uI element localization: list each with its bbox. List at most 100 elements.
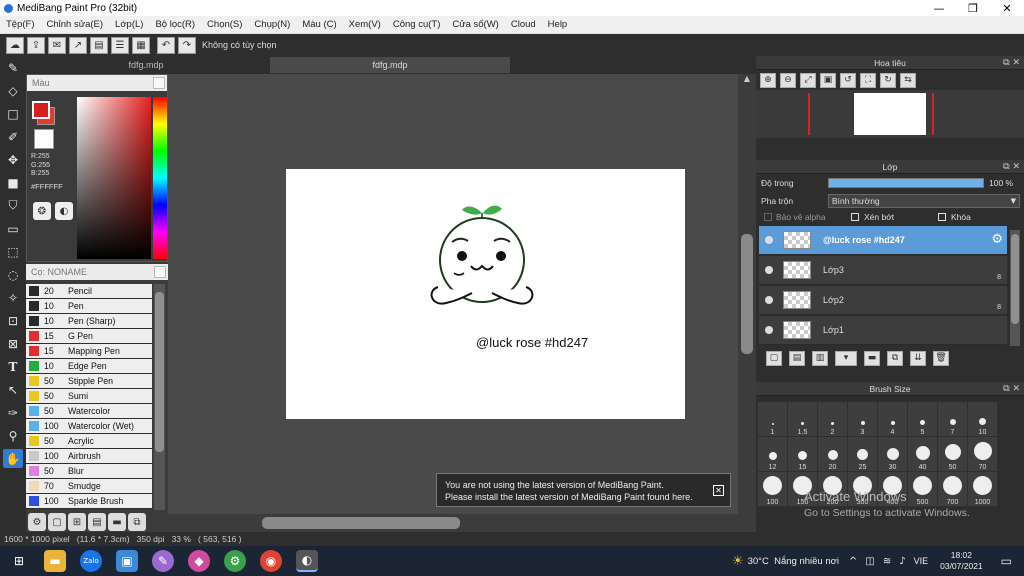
brush-properties-icon[interactable]: ▤ xyxy=(88,513,106,531)
list-icon[interactable]: ☰ xyxy=(111,36,129,54)
brush-size-cell[interactable]: 1 xyxy=(758,402,788,437)
merge-layer-icon[interactable]: ⇊ xyxy=(910,350,926,366)
flip-icon[interactable]: ⇆ xyxy=(900,72,916,88)
pen-tool-icon[interactable]: ✐ xyxy=(3,127,23,146)
panel-close-icon[interactable] xyxy=(153,77,165,89)
brush-list-item[interactable]: 70 Smudge xyxy=(26,479,152,494)
text-tool-icon[interactable]: T xyxy=(3,357,23,376)
zalo-icon[interactable]: Zalo xyxy=(80,550,102,572)
hand-tool-icon[interactable]: ✋ xyxy=(3,449,23,468)
menu-snap[interactable]: Chụp(N) xyxy=(248,19,296,30)
brush-list-item[interactable]: 15 Mapping Pen xyxy=(26,344,152,359)
brush-size-cell[interactable]: 2 xyxy=(818,402,848,437)
brush-size-cell[interactable]: 30 xyxy=(878,437,908,472)
brush-size-cell[interactable]: 100 xyxy=(758,472,788,507)
grid-icon[interactable]: ▦ xyxy=(132,36,150,54)
visibility-eye-icon[interactable] xyxy=(765,296,773,304)
zoom-out-icon[interactable]: ⊖ xyxy=(780,72,796,88)
notification-center-icon[interactable]: ▭ xyxy=(1001,554,1012,568)
layer-folder-icon[interactable]: ▬ xyxy=(864,350,880,366)
comment-icon[interactable]: ✉ xyxy=(48,36,66,54)
brush-size-cell[interactable]: 10 xyxy=(968,402,998,437)
dropper-tool-icon[interactable]: ✑ xyxy=(3,403,23,422)
brush-list-item[interactable]: 50 Stipple Pen xyxy=(26,374,152,389)
foreground-color-swatch[interactable] xyxy=(32,101,50,119)
tab-left-document[interactable]: fdfg.mdp xyxy=(26,57,266,73)
magic-wand-tool-icon[interactable]: ✧ xyxy=(3,288,23,307)
fill-shape-tool-icon[interactable]: ■ xyxy=(3,173,23,192)
panel-menu-icon[interactable]: ⧉ ✕ xyxy=(1003,384,1020,394)
protect-alpha-checkbox[interactable] xyxy=(764,213,772,221)
layer-row[interactable]: Lớp1 xyxy=(759,316,1007,345)
new-1bit-layer-icon[interactable]: ▥ xyxy=(812,350,828,366)
layer-scrollbar[interactable] xyxy=(1010,230,1020,346)
update-notification[interactable]: You are not using the latest version of … xyxy=(436,473,731,507)
redo-icon[interactable]: ↷ xyxy=(178,36,196,54)
menu-layer[interactable]: Lớp(L) xyxy=(109,19,149,30)
select-tool-icon[interactable]: ⬚ xyxy=(3,242,23,261)
add-brush-icon[interactable]: ⊞ xyxy=(68,513,86,531)
fit-icon[interactable]: ⤢ xyxy=(800,72,816,88)
brush-folder-icon[interactable]: ▬ xyxy=(108,513,126,531)
clock-time[interactable]: 18:02 xyxy=(951,550,972,561)
artboard[interactable]: @luck rose #hd247 xyxy=(286,169,685,419)
brush-size-cell[interactable]: 20 xyxy=(818,437,848,472)
canvas-vertical-scrollbar[interactable]: ▲ xyxy=(739,74,755,514)
visibility-eye-icon[interactable] xyxy=(765,326,773,334)
menu-help[interactable]: Help xyxy=(542,19,574,30)
upload-icon[interactable]: ⇪ xyxy=(27,36,45,54)
brush-list-item[interactable]: 100 Airbrush xyxy=(26,449,152,464)
gradient-tool-icon[interactable]: ▭ xyxy=(3,219,23,238)
clock-date[interactable]: 03/07/2021 xyxy=(940,561,983,572)
brush-list-item[interactable]: 50 Watercolor xyxy=(26,404,152,419)
menu-tools[interactable]: Công cụ(T) xyxy=(387,19,447,30)
brush-size-cell[interactable]: 70 xyxy=(968,437,998,472)
rotate-right-icon[interactable]: ↻ xyxy=(880,72,896,88)
file-explorer-icon[interactable]: ▬ xyxy=(44,550,66,572)
cloud-icon[interactable]: ☁ xyxy=(6,36,24,54)
brush-list-item[interactable]: 50 Blur xyxy=(26,464,152,479)
brush-size-cell[interactable]: 40 xyxy=(908,437,938,472)
brush-size-cell[interactable]: 7 xyxy=(938,402,968,437)
minimize-button[interactable]: — xyxy=(922,0,956,16)
brush-list-item[interactable]: 15 G Pen xyxy=(26,329,152,344)
panel-menu-icon[interactable]: ⧉ ✕ xyxy=(1003,58,1020,68)
maximize-button[interactable]: ❐ xyxy=(956,0,990,16)
brush-list-item[interactable]: 100 Sparkle Brush xyxy=(26,494,152,509)
color-mix-icon[interactable]: ◐ xyxy=(55,202,73,220)
brush-size-cell[interactable]: 3 xyxy=(848,402,878,437)
layer-row[interactable]: Lớp3 8 xyxy=(759,256,1007,285)
canvas-area[interactable]: @luck rose #hd247 xyxy=(168,74,738,514)
menu-file[interactable]: Tệp(F) xyxy=(0,19,41,30)
lasso-tool-icon[interactable]: ◌ xyxy=(3,265,23,284)
paint-drop-icon[interactable]: ◆ xyxy=(188,550,210,572)
brush-size-cell[interactable]: 15 xyxy=(788,437,818,472)
brush-list-item[interactable]: 100 Watercolor (Wet) xyxy=(26,419,152,434)
brush-list-item[interactable]: 10 Pen xyxy=(26,299,152,314)
brush-size-cell[interactable]: 12 xyxy=(758,437,788,472)
fullscreen-icon[interactable]: ⛶ xyxy=(860,72,876,88)
brush-list-item[interactable]: 50 Acrylic xyxy=(26,434,152,449)
game-app-icon[interactable]: ⚙ xyxy=(224,550,246,572)
brush-size-cell[interactable]: 1.5 xyxy=(788,402,818,437)
brush-tool-icon[interactable]: ✎ xyxy=(3,58,23,77)
layer-row[interactable]: Lớp2 8 xyxy=(759,286,1007,315)
brush-size-cell[interactable]: 1000 xyxy=(968,472,998,507)
brush-size-cell[interactable]: 5 xyxy=(908,402,938,437)
layer-row[interactable]: @luck rose #hd247 ⚙ xyxy=(759,226,1007,255)
language-indicator[interactable]: VIE xyxy=(914,556,929,566)
rectangle-tool-icon[interactable]: □ xyxy=(3,104,23,123)
panel-menu-icon[interactable]: ⧉ ✕ xyxy=(1003,162,1020,172)
add-layer-menu-icon[interactable]: ▾ xyxy=(835,350,857,366)
brush-list-item[interactable]: 20 Pencil xyxy=(26,284,152,299)
brush-list-item[interactable]: 50 Sumi xyxy=(26,389,152,404)
menu-window[interactable]: Cửa sổ(W) xyxy=(446,19,504,30)
menu-select[interactable]: Chọn(S) xyxy=(201,19,248,30)
palette-icon[interactable]: ❂ xyxy=(33,202,51,220)
brush-size-cell[interactable]: 50 xyxy=(938,437,968,472)
document-icon[interactable]: ▤ xyxy=(90,36,108,54)
menu-view[interactable]: Xem(V) xyxy=(343,19,387,30)
brush-list-item[interactable]: 10 Pen (Sharp) xyxy=(26,314,152,329)
zoom-in-icon[interactable]: ⊕ xyxy=(760,72,776,88)
menu-cloud[interactable]: Cloud xyxy=(505,19,542,30)
